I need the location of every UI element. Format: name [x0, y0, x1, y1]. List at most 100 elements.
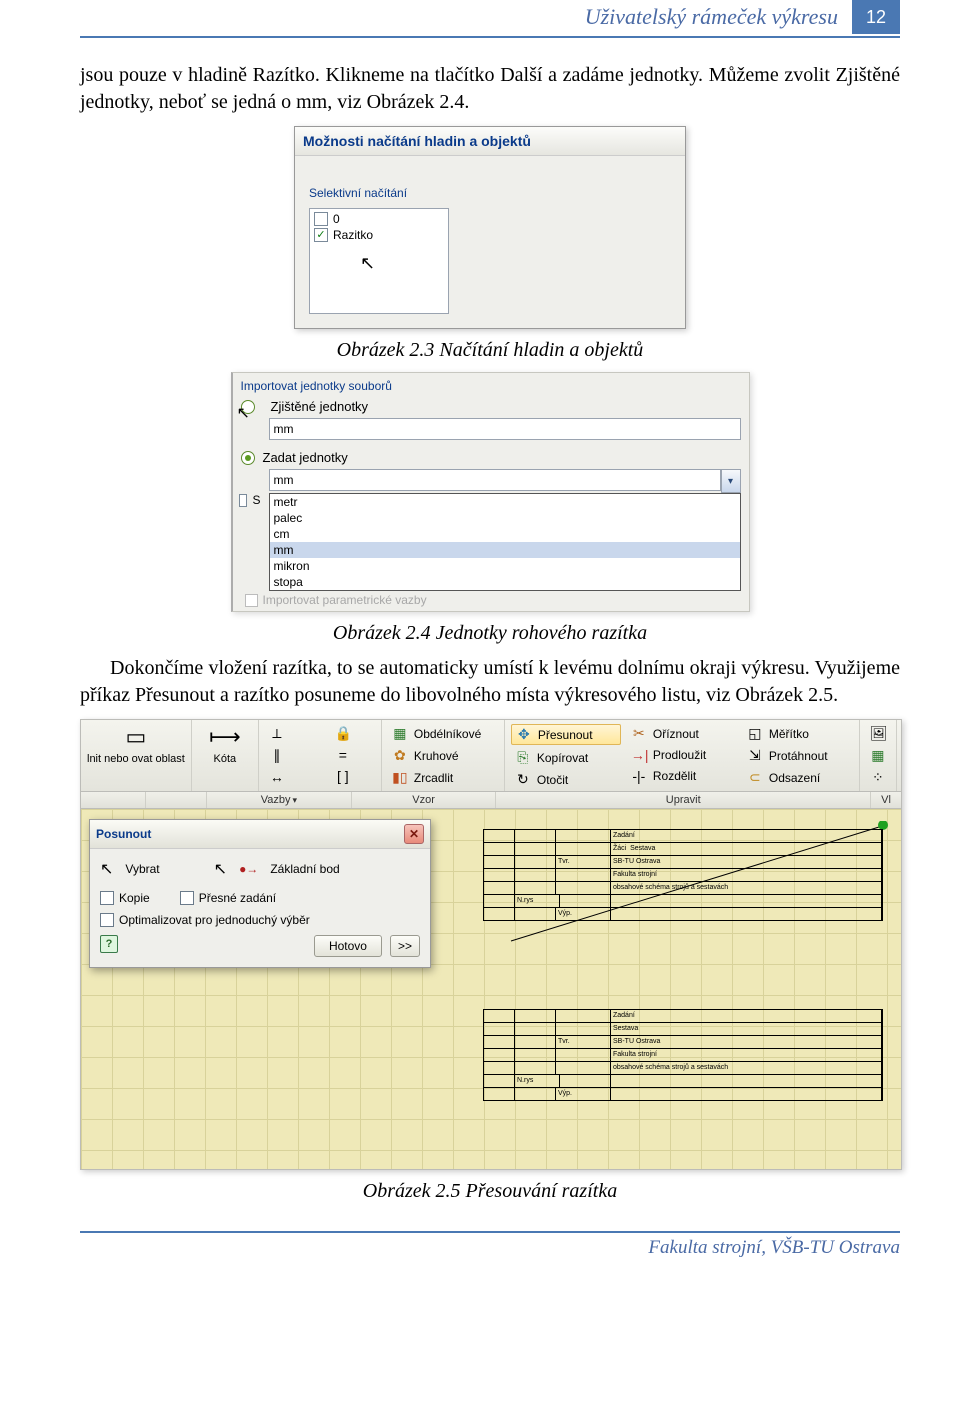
checkbox-label: Optimalizovat pro jednoduchý výběr [119, 913, 310, 927]
circular-pattern-button[interactable]: ✿ Kruhové [388, 746, 498, 765]
move-icon: ✥ [516, 726, 532, 743]
checkbox-icon[interactable]: ✓ [314, 228, 328, 242]
cursor-icon: ↖ [237, 403, 250, 423]
insert-table-button[interactable]: ▦ [866, 746, 890, 765]
list-item[interactable]: 0 [314, 211, 444, 227]
close-icon[interactable]: ✕ [404, 824, 424, 844]
more-button[interactable]: >> [390, 935, 420, 957]
lock-icon: 🔒 [335, 725, 351, 742]
title-block[interactable]: Zadání Žáci Sestava Tvr.SB-TU Ostrava Fa… [483, 829, 883, 921]
checkbox-icon[interactable] [314, 212, 328, 226]
chevron-down-icon: ▾ [292, 795, 297, 805]
group-label: Selektivní načítání [309, 186, 671, 200]
point-icon: ●→ [239, 862, 258, 876]
optimize-checkbox[interactable]: Optimalizovat pro jednoduchý výběr [100, 913, 420, 927]
ribbon-label: Přesunout [538, 728, 593, 742]
copy-checkbox[interactable]: Kopie [100, 891, 150, 905]
image-icon: 🖼 [870, 725, 886, 742]
combo-option[interactable]: cm [270, 526, 740, 542]
ribbon-group-label[interactable]: Vazby▾ [207, 792, 352, 808]
constraint-icon: ⟂ [269, 725, 285, 742]
ribbon-footer: Vazby▾ Vzor Upravit Vl [81, 792, 901, 809]
ribbon-label: Kopírovat [537, 751, 588, 765]
stretch-button[interactable]: ⇲Protáhnout [743, 746, 853, 765]
checkbox-icon[interactable] [239, 494, 248, 507]
select-label[interactable]: Vybrat [125, 862, 159, 876]
move-button[interactable]: ✥ Přesunout [511, 724, 621, 745]
split-button[interactable]: -|-Rozdělit [627, 767, 737, 785]
ribbon-section-insert: 🖼 ▦ ⁘ [860, 720, 897, 791]
combo-option[interactable]: mikron [270, 558, 740, 574]
constraint-button[interactable]: ⟂ [265, 724, 325, 743]
list-item-label: 0 [333, 212, 340, 226]
ribbon-big-button[interactable]: ⟼ Kóta [198, 724, 252, 765]
combo-dropdown-list[interactable]: metr palec cm mm mikron stopa [269, 493, 741, 591]
constraint-button[interactable]: = [331, 746, 375, 764]
drawing-canvas[interactable]: Posunout ✕ ↖ Vybrat ↖ ●→ Základní bod Ko… [81, 809, 901, 1169]
points-icon: ⁘ [870, 769, 886, 786]
constraint-icon: ↔ [269, 769, 285, 785]
ribbon-section: ⟼ Kóta [192, 720, 259, 791]
ribbon-group-label: Upravit [496, 792, 871, 808]
radio-set-units[interactable]: Zadat jednotky [241, 450, 741, 465]
title-block[interactable]: Zadání Sestava Tvr.SB-TU Ostrava Fakulta… [483, 1009, 883, 1101]
offset-button[interactable]: ⊂Odsazení [743, 768, 853, 787]
checkbox-label: Přesné zadání [199, 891, 276, 905]
extend-button[interactable]: →|Prodloužit [627, 746, 737, 764]
constraint-button[interactable]: [ ] [331, 767, 375, 785]
basepoint-label[interactable]: Základní bod [270, 862, 339, 876]
detected-unit-field: mm [269, 418, 741, 440]
ribbon-label: Kruhové [414, 749, 459, 763]
figure-caption-3: Obrázek 2.5 Přesouvání razítka [80, 1180, 900, 1203]
combo-option[interactable]: metr [270, 494, 740, 510]
ribbon-big-button[interactable]: ▭ lnit nebo ovat oblast [87, 724, 185, 765]
circular-icon: ✿ [392, 747, 408, 764]
dialog-titlebar: Možnosti načítání hladin a objektů [295, 127, 685, 156]
sketch-area-icon: ▭ [126, 724, 147, 750]
ribbon-label: Měřítko [769, 727, 809, 741]
trim-button[interactable]: ✂Oříznout [627, 724, 737, 743]
figure-caption-1: Obrázek 2.3 Načítání hladin a objektů [80, 339, 900, 362]
header-rule [80, 36, 900, 38]
radio-label: Zjištěné jednotky [271, 399, 369, 414]
panel-titlebar: Posunout ✕ [90, 820, 430, 849]
insert-points-button[interactable]: ⁘ [866, 768, 890, 787]
paragraph-2: Dokončíme vložení razítka, to se automat… [80, 655, 900, 709]
combo-value[interactable]: mm [269, 469, 721, 491]
rectangular-pattern-button[interactable]: ▦ Obdélníkové [388, 724, 498, 743]
constraint-button[interactable]: ↔ [265, 768, 325, 786]
mirror-button[interactable]: ▮▯Zrcadlit [388, 768, 498, 787]
help-icon[interactable]: ? [100, 935, 118, 953]
list-item[interactable]: ✓ Razitko [314, 227, 444, 243]
rotate-button[interactable]: ↻Otočit [511, 770, 621, 789]
bracket-icon: [ ] [335, 768, 351, 784]
ribbon-group-label: Vzor [352, 792, 497, 808]
combo-option[interactable]: stopa [270, 574, 740, 590]
group-label: Importovat jednotky souborů [241, 379, 741, 393]
screenshot-dialog: Možnosti načítání hladin a objektů Selek… [294, 126, 686, 329]
combo-option[interactable]: palec [270, 510, 740, 526]
unit-combobox[interactable]: mm ▾ [269, 469, 741, 493]
chevron-down-icon[interactable]: ▾ [721, 469, 741, 493]
checkbox-icon[interactable] [100, 913, 114, 927]
layer-listbox[interactable]: 0 ✓ Razitko ↖ [309, 208, 449, 314]
scale-button[interactable]: ◱Měřítko [743, 724, 853, 743]
ribbon-label: Oříznout [653, 727, 699, 741]
extend-icon: →| [631, 747, 647, 763]
copy-button[interactable]: ⎘Kopírovat [511, 748, 621, 767]
ribbon-group-label: Vl [871, 792, 901, 808]
split-icon: -|- [631, 768, 647, 784]
grid-icon: ▦ [392, 725, 408, 742]
done-button[interactable]: Hotovo [314, 935, 382, 957]
insert-image-button[interactable]: 🖼 [866, 724, 890, 743]
ribbon-label: Obdélníkové [414, 727, 481, 741]
combo-option[interactable]: mm [270, 542, 740, 558]
constraint-button[interactable]: 🔒 [331, 724, 375, 743]
checkbox-icon[interactable] [100, 891, 114, 905]
checkbox-icon[interactable] [180, 891, 194, 905]
constraint-button[interactable]: ∥ [265, 746, 325, 765]
radio-detected-units[interactable]: ↖ Zjištěné jednotky [241, 399, 741, 414]
precise-checkbox[interactable]: Přesné zadání [180, 891, 276, 905]
ribbon: ▭ lnit nebo ovat oblast ⟼ Kóta ⟂ ∥ ↔ 🔒 [81, 720, 901, 792]
radio-icon[interactable] [241, 451, 255, 465]
